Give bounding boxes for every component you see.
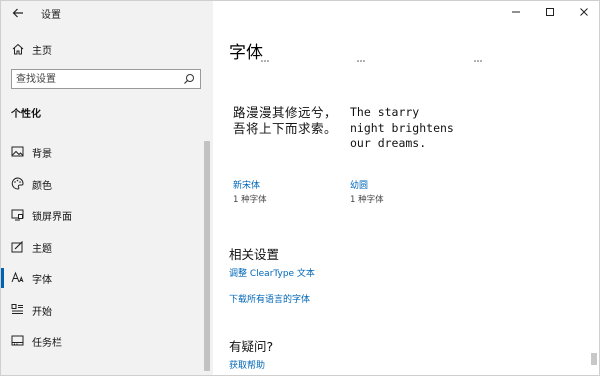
font-preview: The starry night brightens our dreams. xyxy=(350,105,454,150)
related-settings-heading: 相关设置 xyxy=(229,247,280,262)
home-label: 主页 xyxy=(32,46,52,57)
sidebar-item-background[interactable]: 背景 xyxy=(1,137,205,169)
sidebar-item-fonts[interactable]: 字体 xyxy=(1,263,205,295)
nav-list: 背景 颜色 锁屏界面 主题 字体 开始 任务栏 xyxy=(1,137,205,358)
font-icon xyxy=(11,271,24,283)
sidebar-item-label: 任务栏 xyxy=(32,338,62,349)
search-input[interactable] xyxy=(12,70,177,88)
sidebar-item-label: 锁屏界面 xyxy=(32,212,72,223)
main-content: 字体 路漫漫其修远兮，吾将上下而求索。 新宋体 1 种字体 The starry… xyxy=(213,1,599,375)
minimize-button[interactable] xyxy=(499,1,533,23)
back-button[interactable] xyxy=(8,3,28,23)
sidebar-item-lock-screen[interactable]: 锁屏界面 xyxy=(1,200,205,232)
font-preview: 路漫漫其修远兮，吾将上下而求索。 xyxy=(233,105,338,136)
app-title: 设置 xyxy=(41,10,61,21)
font-card-youyuan[interactable]: The starry night brightens our dreams. 幼… xyxy=(350,105,460,205)
close-icon xyxy=(580,8,588,16)
sidebar-item-taskbar[interactable]: 任务栏 xyxy=(1,326,205,358)
font-name: 幼圆 xyxy=(350,181,369,191)
sidebar-scrollbar[interactable] xyxy=(204,141,210,371)
sidebar-item-colors[interactable]: 颜色 xyxy=(1,169,205,201)
font-count: 1 种字体 xyxy=(233,195,267,205)
faq-heading: 有疑问? xyxy=(229,339,274,354)
taskbar-icon xyxy=(11,335,24,346)
dots-icon xyxy=(357,60,365,62)
theme-icon xyxy=(11,240,23,252)
page-title: 字体 xyxy=(229,43,263,63)
sidebar: 设置 主页 个性化 背景 xyxy=(1,1,213,375)
cleartype-link[interactable]: 调整 ClearType 文本 xyxy=(229,266,315,279)
lock-screen-icon xyxy=(11,209,24,221)
get-help-link[interactable]: 获取帮助 xyxy=(229,358,265,371)
close-button[interactable] xyxy=(567,1,599,23)
home-icon xyxy=(12,43,24,55)
search-box[interactable] xyxy=(11,69,201,89)
minimize-icon xyxy=(512,11,520,13)
active-indicator xyxy=(1,268,4,288)
maximize-icon xyxy=(546,8,554,16)
palette-icon xyxy=(11,176,24,190)
font-card-nsimsun[interactable]: 路漫漫其修远兮，吾将上下而求索。 新宋体 1 种字体 xyxy=(233,105,343,205)
sidebar-item-label: 背景 xyxy=(32,149,52,160)
start-icon xyxy=(11,303,23,314)
image-icon xyxy=(11,146,24,157)
search-icon[interactable] xyxy=(183,73,195,85)
sidebar-item-start[interactable]: 开始 xyxy=(1,295,205,327)
download-fonts-link[interactable]: 下载所有语言的字体 xyxy=(229,292,310,305)
section-heading: 个性化 xyxy=(11,109,41,120)
sidebar-item-home[interactable]: 主页 xyxy=(1,39,213,59)
scroll-remnant xyxy=(356,58,366,66)
maximize-button[interactable] xyxy=(533,1,567,23)
dots-icon xyxy=(261,60,269,62)
back-arrow-icon xyxy=(12,8,23,18)
sidebar-item-label: 主题 xyxy=(32,243,52,255)
window-controls xyxy=(499,1,599,23)
font-name: 新宋体 xyxy=(233,181,261,191)
title-bar: 设置 xyxy=(1,1,213,25)
main-scrollbar[interactable] xyxy=(591,353,597,365)
sidebar-item-label: 开始 xyxy=(32,306,52,318)
sidebar-item-label: 字体 xyxy=(32,275,52,286)
sidebar-item-label: 颜色 xyxy=(32,180,52,192)
settings-window: 设置 主页 个性化 背景 xyxy=(0,0,600,376)
sidebar-item-themes[interactable]: 主题 xyxy=(1,232,205,264)
scroll-remnant xyxy=(473,58,483,66)
dots-icon xyxy=(474,60,482,62)
font-count: 1 种字体 xyxy=(350,195,384,205)
scroll-remnant xyxy=(260,58,270,66)
